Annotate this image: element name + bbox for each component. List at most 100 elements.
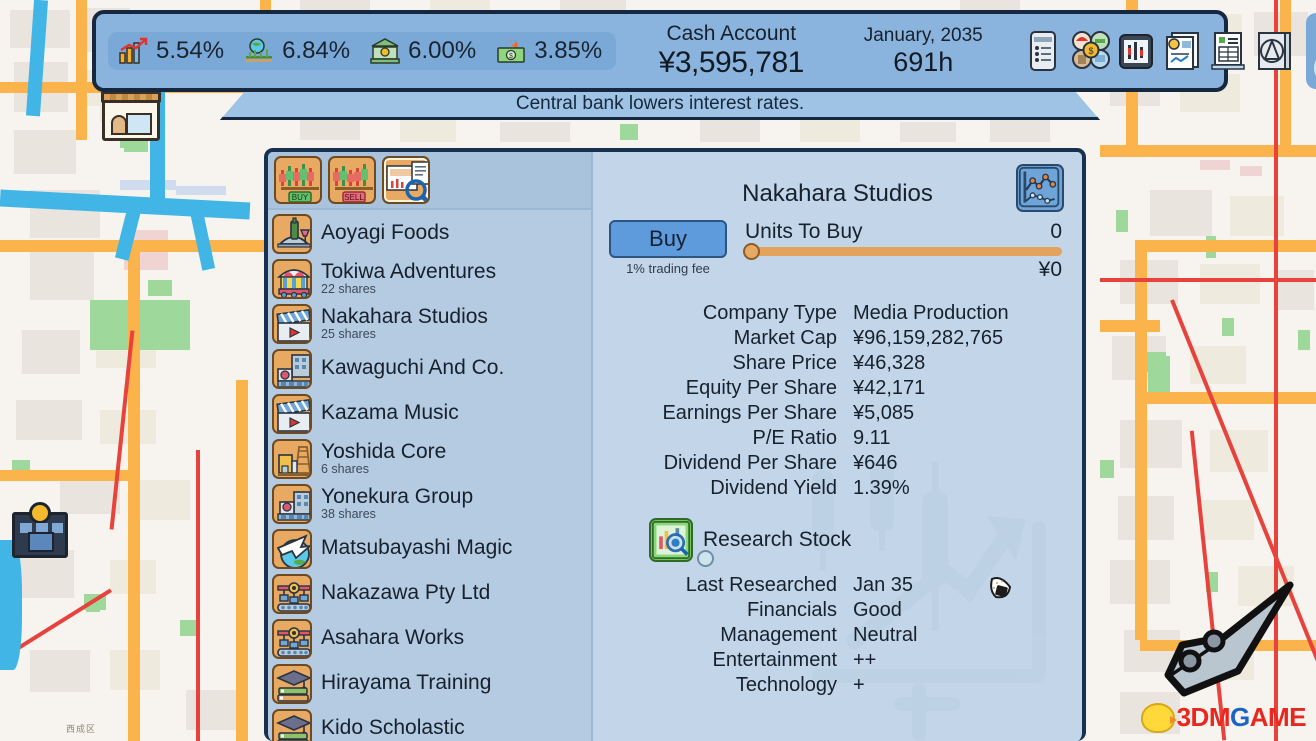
company-list[interactable]: Aoyagi Foods: [268, 210, 591, 741]
list-item[interactable]: Asahara Works: [268, 616, 591, 661]
line-chart-icon[interactable]: [1016, 164, 1064, 212]
road: [1100, 278, 1316, 282]
chick-logo-icon: [1141, 703, 1175, 733]
tab-research[interactable]: [382, 156, 430, 204]
clapperboard-icon: [272, 394, 312, 434]
hud-tool-buttons: $: [1024, 29, 1292, 73]
road: [128, 240, 140, 741]
units-slider[interactable]: [745, 247, 1062, 256]
watermark-ame: AME: [1250, 702, 1306, 732]
company-shares: 25 shares: [321, 328, 488, 341]
list-item-text: Yoshida Core 6 shares: [321, 441, 446, 476]
rate-stock-growth: 5.54%: [118, 37, 224, 65]
list-item[interactable]: Tokiwa Adventures 22 shares: [268, 256, 591, 301]
stat-key: Entertainment: [609, 649, 837, 672]
units-total-cost: ¥0: [745, 258, 1062, 282]
list-item[interactable]: Kido Scholastic: [268, 706, 591, 741]
stat-key: Earnings Per Share: [609, 402, 837, 425]
phone-icon[interactable]: [1024, 29, 1062, 73]
page-title: Nakahara Studios: [609, 180, 1066, 208]
list-item[interactable]: Hirayama Training: [268, 661, 591, 706]
hours-value: 691h: [848, 47, 998, 78]
units-slider-handle[interactable]: [743, 243, 760, 260]
table-row: Dividend Per Share ¥646: [609, 452, 1066, 475]
company-name: Nakahara Studios: [321, 306, 488, 328]
company-shares: 6 shares: [321, 463, 446, 476]
company-name: Yoshida Core: [321, 441, 446, 463]
table-row: Company Type Media Production: [609, 302, 1066, 325]
company-name: Nakazawa Pty Ltd: [321, 582, 490, 604]
road: [196, 450, 200, 741]
list-item-text: Kido Scholastic: [321, 717, 465, 739]
list-item-text: Matsubayashi Magic: [321, 537, 512, 559]
table-row: Earnings Per Share ¥5,085: [609, 402, 1066, 425]
stat-key: Last Researched: [609, 574, 837, 597]
buy-button-label: Buy: [649, 226, 687, 252]
globe-market-icon: [244, 37, 274, 65]
stat-key: Company Type: [609, 302, 837, 325]
svg-text:$: $: [1089, 46, 1094, 56]
stat-value: 1.39%: [853, 477, 910, 500]
stat-value: Media Production: [853, 302, 1009, 325]
units-slider-value: 0: [1050, 220, 1062, 244]
stock-market-window: BUY SELL: [264, 148, 1086, 741]
stat-value: ¥42,171: [853, 377, 925, 400]
map-poi-shop-icon[interactable]: [102, 97, 160, 141]
office-building-icon: [272, 484, 312, 524]
buy-button[interactable]: Buy: [609, 220, 727, 258]
table-row: Equity Per Share ¥42,171: [609, 377, 1066, 400]
list-item[interactable]: Nakazawa Pty Ltd: [268, 571, 591, 616]
cash-account-label: Cash Account: [636, 22, 826, 46]
top-hud-bar: 5.54% 6.84%: [92, 10, 1228, 92]
list-item[interactable]: Yonekura Group 38 shares: [268, 481, 591, 526]
economy-icon[interactable]: $: [1070, 29, 1108, 73]
stat-value: Neutral: [853, 624, 917, 647]
list-item[interactable]: Kazama Music: [268, 391, 591, 436]
graduation-books-icon: [272, 664, 312, 704]
news-ticker: Central bank lowers interest rates.: [220, 90, 1100, 120]
list-item[interactable]: Kawaguchi And Co.: [268, 346, 591, 391]
date-display: January, 2035 691h: [848, 25, 998, 78]
company-name: Aoyagi Foods: [321, 222, 449, 244]
table-row: Share Price ¥46,328: [609, 352, 1066, 375]
road: [236, 380, 248, 741]
encyclopedia-icon[interactable]: [1254, 29, 1292, 73]
map-poi-bank-icon[interactable]: [12, 512, 68, 558]
oil-refinery-icon: [272, 439, 312, 479]
research-cost-icon: [697, 550, 714, 567]
stat-value: Good: [853, 599, 902, 622]
research-stock-icon[interactable]: [649, 518, 693, 562]
stat-key: Equity Per Share: [609, 377, 837, 400]
stat-key: Management: [609, 624, 837, 647]
list-item[interactable]: Matsubayashi Magic: [268, 526, 591, 571]
carousel-icon: [272, 259, 312, 299]
list-item-text: Nakahara Studios 25 shares: [321, 306, 488, 341]
svg-text:SELL: SELL: [344, 193, 364, 202]
list-item-text: Asahara Works: [321, 627, 464, 649]
factory-robot-icon: [272, 574, 312, 614]
stock-chart-icon[interactable]: [1116, 29, 1154, 73]
stat-value: Jan 35: [853, 574, 913, 597]
list-item[interactable]: Nakahara Studios 25 shares: [268, 301, 591, 346]
list-item[interactable]: Aoyagi Foods: [268, 211, 591, 256]
hud-right-controls: [1306, 13, 1316, 89]
invoice-icon[interactable]: [1208, 29, 1246, 73]
research-stock-row: Research Stock: [649, 518, 1066, 562]
tab-sell[interactable]: SELL: [328, 156, 376, 204]
stat-key: Dividend Per Share: [609, 452, 837, 475]
reports-icon[interactable]: [1162, 29, 1200, 73]
list-item-text: Tokiwa Adventures 22 shares: [321, 261, 496, 296]
list-item-text: Aoyagi Foods: [321, 222, 449, 244]
stat-key: P/E Ratio: [609, 427, 837, 450]
list-item[interactable]: Yoshida Core 6 shares: [268, 436, 591, 481]
tab-buy[interactable]: BUY: [274, 156, 322, 204]
cash-account-value: ¥3,595,781: [636, 46, 826, 80]
river: [0, 540, 22, 670]
company-name: Kawaguchi And Co.: [321, 357, 504, 379]
company-shares: 22 shares: [321, 283, 496, 296]
rate-bank-interest-value: 6.00%: [408, 37, 476, 65]
factory-robot-icon: [272, 619, 312, 659]
list-item-text: Nakazawa Pty Ltd: [321, 582, 490, 604]
cash-account-display: Cash Account ¥3,595,781: [636, 22, 826, 80]
mouse-cursor: [988, 575, 1014, 603]
